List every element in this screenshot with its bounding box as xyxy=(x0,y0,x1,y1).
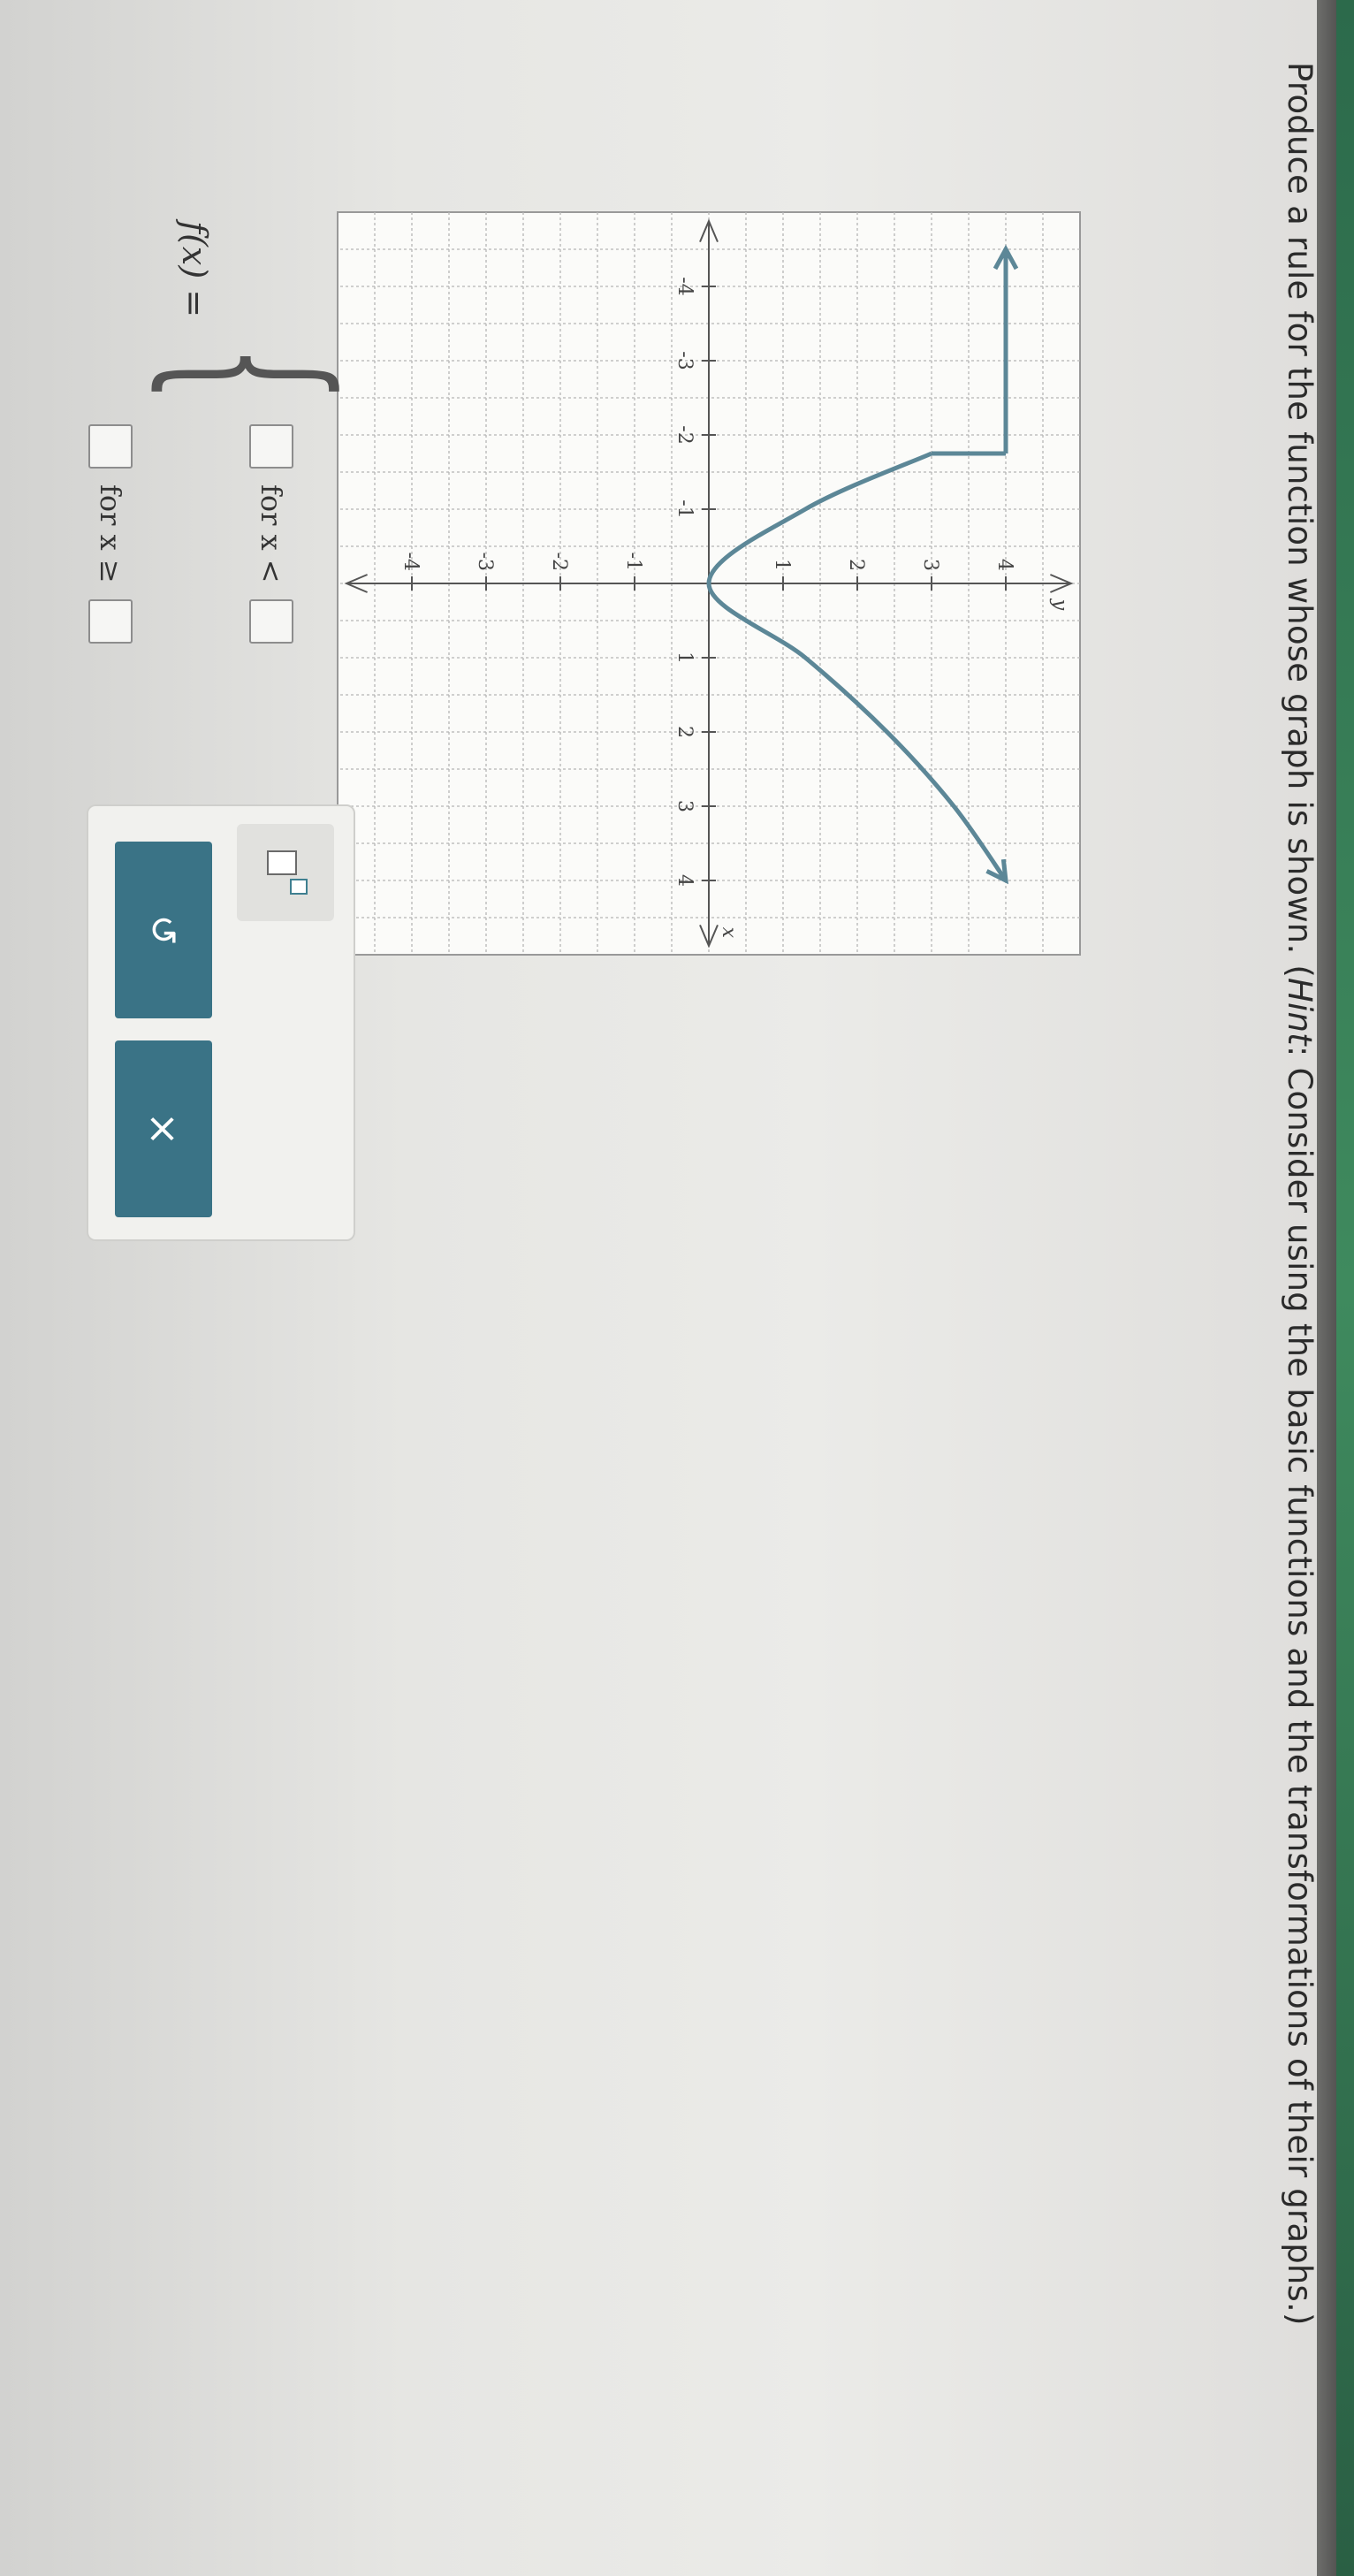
piece2-condition-text: for x ≥ xyxy=(94,484,127,583)
math-toolbar: ↺ × xyxy=(87,804,355,1241)
superscript-exponent-icon xyxy=(290,879,308,895)
piece2-expression-input[interactable] xyxy=(88,424,133,469)
piecewise-brace: { xyxy=(136,345,372,403)
x-tick-label: 4 xyxy=(673,874,696,887)
y-tick-label: -1 xyxy=(622,553,644,571)
y-tick-label: 4 xyxy=(993,559,1016,571)
undo-icon: ↺ xyxy=(141,914,186,946)
piece-row-1: for x < xyxy=(249,424,293,644)
x-tick-label: -3 xyxy=(673,351,696,370)
x-tick-label: -4 xyxy=(673,277,696,295)
superscript-button[interactable] xyxy=(237,824,334,921)
clear-button[interactable]: × xyxy=(115,1040,212,1217)
piece1-condition-text: for x < xyxy=(255,484,288,583)
close-icon: × xyxy=(140,1111,187,1147)
y-axis-label: y xyxy=(1049,598,1071,611)
y-tick-label: 1 xyxy=(771,559,793,571)
y-tick-label: -4 xyxy=(399,553,422,571)
question-panel: Produce a rule for the function whose gr… xyxy=(0,0,1354,2576)
y-tick-label: -3 xyxy=(474,553,496,571)
prompt-text-start: Produce a rule for the function whose gr… xyxy=(1281,62,1319,978)
undo-button[interactable]: ↺ xyxy=(115,842,212,1018)
piece1-expression-input[interactable] xyxy=(249,424,293,469)
prompt-text-end: : Consider using the basic functions and… xyxy=(1281,1045,1319,2326)
question-prompt: Produce a rule for the function whose gr… xyxy=(1281,62,1319,2537)
x-tick-label: -1 xyxy=(673,499,696,518)
function-graph: -4 -3 -2 -1 1 2 3 4 -4 -3 -2 -1 1 2 3 4 x y xyxy=(316,194,1098,972)
fx-label: f(x) = xyxy=(175,221,214,317)
y-tick-label: 2 xyxy=(845,559,867,571)
y-tick-label: -2 xyxy=(548,553,570,571)
fx-label-text: f(x) = xyxy=(175,221,214,318)
x-tick-label: 3 xyxy=(673,800,696,812)
piece2-bound-input[interactable] xyxy=(88,598,133,644)
piece-row-2: for x ≥ xyxy=(88,424,133,644)
superscript-base-icon xyxy=(267,850,297,875)
hint-label: Hint xyxy=(1281,978,1319,1046)
x-tick-label: 1 xyxy=(673,652,696,664)
y-tick-label: 3 xyxy=(919,559,941,571)
graph-svg: -4 -3 -2 -1 1 2 3 4 -4 -3 -2 -1 1 2 3 4 x y xyxy=(337,211,1081,956)
x-tick-label: -2 xyxy=(673,425,696,444)
x-tick-label: 2 xyxy=(673,726,696,738)
x-axis-label: x xyxy=(718,927,740,939)
piece1-bound-input[interactable] xyxy=(249,598,293,644)
